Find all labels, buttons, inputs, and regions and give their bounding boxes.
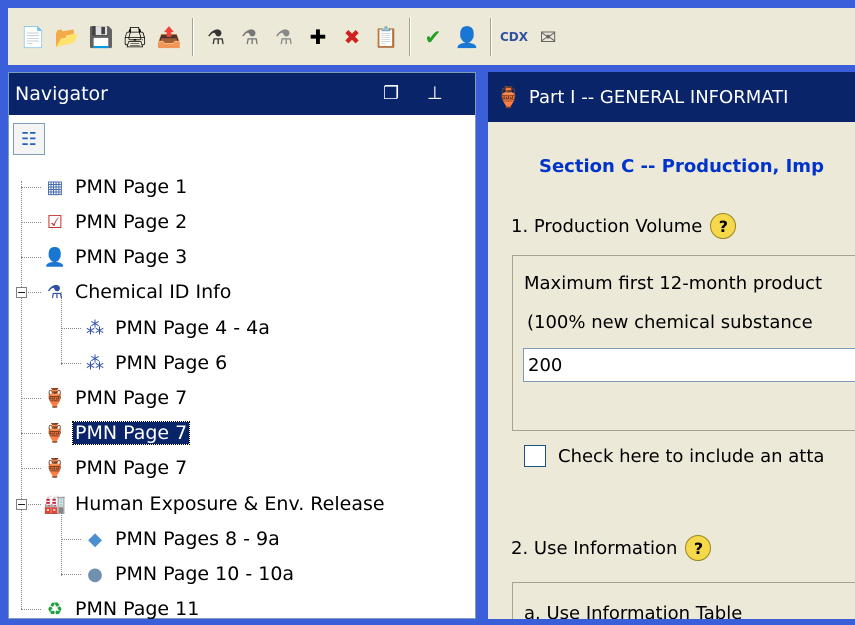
tree-line bbox=[21, 433, 41, 434]
question-use-information: 2. Use Information ? bbox=[511, 535, 712, 561]
tree-line bbox=[21, 181, 22, 609]
tree-item-label: PMN Page 1 bbox=[75, 176, 188, 198]
user-icon[interactable]: 👤 bbox=[452, 20, 482, 54]
tree-item[interactable]: 🏺 PMN Page 7 bbox=[43, 452, 189, 484]
part-panel: 🏺 Part I -- GENERAL INFORMATI Section C … bbox=[488, 72, 855, 619]
production-group-box: Maximum first 12-month product (100% new… bbox=[512, 255, 855, 431]
part-title: Part I -- GENERAL INFORMATI bbox=[528, 86, 789, 108]
tree-line bbox=[61, 363, 81, 364]
use-information-label: 2. Use Information bbox=[511, 537, 678, 559]
chemical-multi-icon[interactable]: ⚗ bbox=[269, 20, 299, 54]
attachment-checkbox[interactable] bbox=[524, 445, 546, 467]
tree-line bbox=[21, 222, 41, 223]
chemical-add-icon[interactable]: ⚗ bbox=[201, 20, 231, 54]
tree-item-label: PMN Page 7 bbox=[75, 387, 188, 409]
tree-item-icon: ● bbox=[87, 563, 103, 585]
tree-item[interactable]: ● PMN Page 10 - 10a bbox=[83, 558, 296, 590]
tree-item-icon: ◆ bbox=[88, 528, 102, 550]
export-icon[interactable]: 📤 bbox=[154, 20, 184, 54]
tree-item-icon: ⚗ bbox=[46, 281, 64, 303]
tree-item-icon: ♻ bbox=[46, 598, 64, 620]
tree-line bbox=[61, 574, 81, 575]
tree-line bbox=[21, 398, 41, 399]
tree-item-label: PMN Page 3 bbox=[75, 246, 188, 268]
tree-item-icon: ⁂ bbox=[86, 352, 104, 374]
tree-item[interactable]: 👤 PMN Page 3 bbox=[43, 241, 189, 273]
tree-item-icon: ⁂ bbox=[86, 317, 104, 339]
toolbar-separator bbox=[192, 17, 193, 56]
tree-item-label: Human Exposure & Env. Release bbox=[75, 493, 385, 515]
production-volume-input[interactable] bbox=[523, 348, 855, 382]
tree-item-label: PMN Page 11 bbox=[75, 598, 200, 620]
section-title: Section C -- Production, Imp bbox=[539, 156, 824, 177]
tree-item-icon: 🏺 bbox=[43, 387, 67, 409]
toolbar-separator bbox=[409, 17, 410, 56]
tree-item-icon: ▦ bbox=[46, 176, 64, 198]
navigator-tree: ☷ ▦ PMN Page 1 ☑ PMN Page 2 👤 PMN Page 3 − ⚗ Che… bbox=[9, 73, 475, 620]
help-icon[interactable]: ? bbox=[710, 213, 737, 239]
tree-item[interactable]: 🏭 Human Exposure & Env. Release bbox=[43, 488, 387, 520]
tree-item-icon: 🏺 bbox=[43, 457, 67, 479]
tree-root-icon[interactable]: ☷ bbox=[13, 123, 45, 155]
tree-item[interactable]: ◆ PMN Pages 8 - 9a bbox=[83, 523, 282, 555]
tree-item-label: PMN Pages 8 - 9a bbox=[115, 528, 280, 550]
tree-item[interactable]: 🏺 PMN Page 7 bbox=[43, 417, 191, 449]
tree-line bbox=[21, 468, 41, 469]
part-title-bar: 🏺 Part I -- GENERAL INFORMATI bbox=[488, 72, 855, 122]
use-info-table-label: a. Use Information Table bbox=[524, 603, 743, 619]
open-folder-icon[interactable]: 📂 bbox=[52, 20, 82, 54]
tree-item-label: Chemical ID Info bbox=[75, 281, 232, 303]
tree-line bbox=[61, 539, 81, 540]
tree-item[interactable]: ⁂ PMN Page 4 - 4a bbox=[83, 312, 272, 344]
print-icon[interactable]: 🖨 bbox=[120, 20, 150, 54]
new-substance-label: (100% new chemical substance bbox=[527, 312, 813, 333]
check-icon[interactable]: ✔ bbox=[418, 20, 448, 54]
tree-item[interactable]: ▦ PMN Page 1 bbox=[43, 171, 189, 203]
collapse-toggle[interactable]: − bbox=[16, 287, 27, 298]
help-icon[interactable]: ? bbox=[685, 535, 712, 561]
save-icon[interactable]: 💾 bbox=[86, 20, 116, 54]
question-production-volume: 1. Production Volume ? bbox=[511, 213, 737, 239]
tree-item-label: PMN Page 7 bbox=[71, 421, 191, 445]
max-production-label: Maximum first 12-month product bbox=[524, 273, 823, 294]
cdx-button[interactable]: CDX bbox=[499, 20, 529, 54]
tree-item-label: PMN Page 7 bbox=[75, 457, 188, 479]
attachment-checkbox-label: Check here to include an atta bbox=[558, 445, 825, 467]
toolbar-separator bbox=[490, 17, 491, 56]
mail-icon[interactable]: ✉ bbox=[533, 20, 563, 54]
tree-line bbox=[21, 257, 41, 258]
tree-item-label: PMN Page 6 bbox=[115, 352, 228, 374]
production-volume-label: 1. Production Volume bbox=[511, 215, 703, 237]
copy-icon[interactable]: 📋 bbox=[371, 20, 401, 54]
tree-item-label: PMN Page 10 - 10a bbox=[115, 563, 295, 585]
delete-x-icon[interactable]: ✖ bbox=[337, 20, 367, 54]
jar-icon: 🏺 bbox=[496, 85, 521, 109]
chemical-icon[interactable]: ⚗ bbox=[235, 20, 265, 54]
tree-item-label: PMN Page 4 - 4a bbox=[115, 317, 270, 339]
tree-line bbox=[61, 328, 81, 329]
tree-item-icon: 🏭 bbox=[43, 493, 67, 515]
tree-item-icon: 👤 bbox=[43, 246, 67, 268]
tree-item[interactable]: ⁂ PMN Page 6 bbox=[83, 347, 229, 379]
tree-item-icon: 🏺 bbox=[43, 422, 67, 444]
use-info-group-box: a. Use Information Table bbox=[512, 582, 855, 619]
collapse-toggle[interactable]: − bbox=[16, 499, 27, 510]
tree-line bbox=[21, 609, 41, 610]
tree-item[interactable]: ⚗ Chemical ID Info bbox=[43, 276, 233, 308]
navigator-panel: Navigator ❐ ⊥ ☷ ▦ PMN Page 1 ☑ PMN Page 2 👤 P… bbox=[8, 72, 476, 620]
attachment-checkbox-row[interactable]: Check here to include an atta bbox=[524, 445, 824, 467]
tree-item[interactable]: ☑ PMN Page 2 bbox=[43, 206, 189, 238]
main-toolbar: 📄 📂 💾 🖨 📤 ⚗ ⚗ ⚗ ✚ ✖ 📋 ✔ 👤 CDX ✉ bbox=[8, 8, 855, 65]
tree-item[interactable]: ♻ PMN Page 11 bbox=[43, 593, 201, 625]
tree-item-label: PMN Page 2 bbox=[75, 211, 188, 233]
tree-line bbox=[21, 187, 41, 188]
tree-item-icon: ☑ bbox=[46, 211, 64, 233]
tree-item[interactable]: 🏺 PMN Page 7 bbox=[43, 382, 189, 414]
new-icon[interactable]: 📄 bbox=[18, 20, 48, 54]
plus-icon[interactable]: ✚ bbox=[303, 20, 333, 54]
